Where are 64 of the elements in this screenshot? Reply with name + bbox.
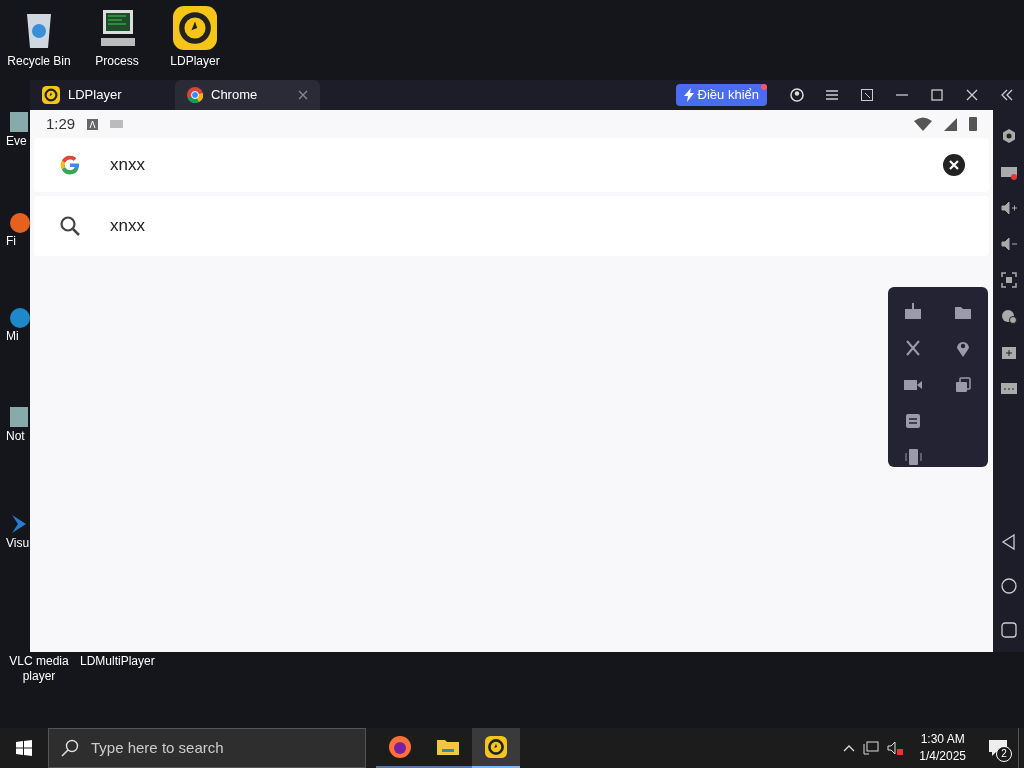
- close-tab-button[interactable]: [298, 90, 308, 100]
- app-logo-icon: [173, 6, 217, 50]
- maximize-icon: [929, 88, 944, 102]
- home-icon: [999, 577, 1018, 595]
- sync-icon: [903, 411, 923, 431]
- browser-logo-icon: [388, 735, 412, 759]
- user-settings-icon: [999, 307, 1018, 325]
- desktop-icon-label[interactable]: Not: [6, 429, 25, 444]
- desktop-icon-label[interactable]: VLC media player: [0, 654, 78, 684]
- clock-date[interactable]: 1/4/2025: [919, 748, 966, 765]
- windows-logo-icon: [16, 740, 32, 756]
- collapse-icon: [999, 88, 1014, 102]
- sync-button[interactable]: [903, 411, 923, 431]
- search-input: Type here to search: [91, 736, 331, 760]
- notification-count: 2: [996, 746, 1012, 762]
- keyboard-icon: [110, 120, 124, 128]
- fullscreen-icon: [999, 271, 1018, 289]
- font-icon: [87, 118, 99, 130]
- battery-icon: [969, 117, 977, 131]
- clear-button[interactable]: [943, 154, 965, 176]
- close-icon: [298, 90, 308, 100]
- app-logo-icon: [485, 736, 507, 758]
- desktop-icon-label[interactable]: LDMultiPlayer: [80, 652, 155, 670]
- app-logo-icon: [42, 86, 60, 104]
- close-icon: [964, 88, 979, 102]
- shake-phone-button[interactable]: [903, 447, 923, 467]
- wifi-icon: [914, 117, 932, 131]
- desktop-icon-label[interactable]: Eve: [6, 134, 27, 149]
- search-bar[interactable]: xnxx: [34, 138, 989, 192]
- desktop-icon-label[interactable]: LDPlayer: [170, 52, 220, 70]
- signal-icon: [944, 117, 957, 131]
- status-time: 1:29: [46, 113, 76, 134]
- network-icon: [863, 740, 880, 756]
- clear-icon: [943, 154, 965, 176]
- desktop-icon-label[interactable]: Recycle Bin: [7, 52, 71, 70]
- recent-apps-icon: [999, 621, 1018, 639]
- browser-logo-icon: [187, 87, 203, 103]
- volume-down-icon: [999, 235, 1018, 253]
- menu-icon: [824, 88, 839, 102]
- window-tab[interactable]: LDPlayer: [30, 80, 175, 110]
- taskbar-app[interactable]: [472, 728, 520, 768]
- search-icon: [61, 739, 79, 757]
- search-query: xnxx: [110, 154, 146, 177]
- desktop-icon-label[interactable]: Mi: [6, 329, 19, 344]
- desktop-icon-label[interactable]: Visu: [6, 536, 30, 551]
- chevron-up-icon: [843, 744, 856, 752]
- volume-up-icon: [999, 199, 1018, 217]
- desktop-icon-label[interactable]: Fi: [6, 234, 16, 249]
- control-button[interactable]: Điều khiển: [675, 84, 767, 106]
- rotate-button[interactable]: [953, 375, 973, 395]
- desktop-icon-label[interactable]: Process: [95, 52, 139, 70]
- lightning-icon: [683, 88, 694, 102]
- google-logo-icon: [58, 153, 82, 177]
- search-icon: [58, 214, 82, 238]
- window-tab[interactable]: Chrome: [175, 80, 320, 110]
- shake-phone-icon: [903, 447, 923, 467]
- resize-icon: [859, 88, 874, 102]
- search-suggestion[interactable]: xnxx: [34, 196, 989, 256]
- account-icon: [789, 88, 804, 102]
- notifications-button[interactable]: 2: [978, 728, 1018, 768]
- volume-muted-icon: [887, 740, 904, 756]
- taskbar-search-field[interactable]: Type here to search: [48, 728, 366, 768]
- clock-time[interactable]: 1:30 AM: [920, 731, 965, 748]
- rotate-icon: [953, 375, 973, 395]
